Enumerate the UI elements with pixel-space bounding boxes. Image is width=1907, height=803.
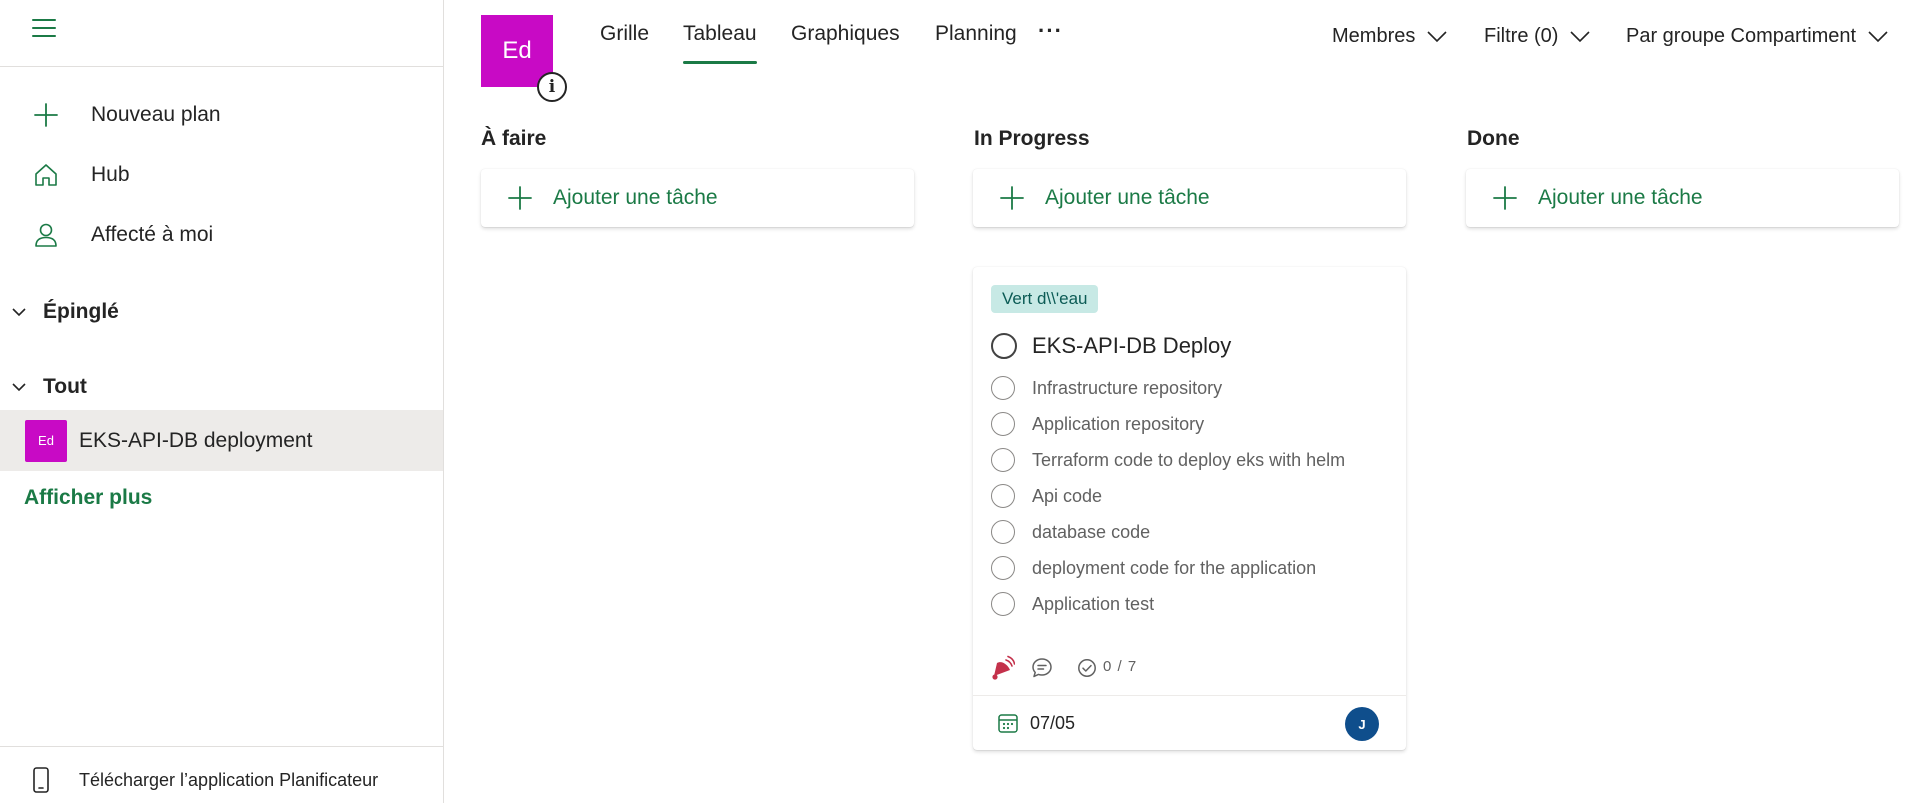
home-icon xyxy=(30,159,62,191)
plan-avatar: Ed xyxy=(25,419,67,462)
column-title-done: Done xyxy=(1467,127,1520,150)
add-task-button[interactable]: Ajouter une tâche xyxy=(481,169,914,227)
sidebar-item-hub[interactable]: Hub xyxy=(0,147,443,203)
info-icon[interactable]: i xyxy=(537,72,567,102)
task-complete-checkbox[interactable] xyxy=(991,333,1017,359)
section-label: Tout xyxy=(43,375,87,398)
checklist-text: Application test xyxy=(1032,593,1155,614)
checklist-text: deployment code for the application xyxy=(1032,557,1317,578)
plus-icon xyxy=(1493,186,1517,210)
checklist-checkbox[interactable] xyxy=(991,448,1015,472)
checklist-progress-icon xyxy=(1078,659,1096,677)
task-label-chip[interactable]: Vert d\\'eau xyxy=(991,285,1099,313)
group-by-dropdown[interactable]: Par groupe Compartiment xyxy=(1626,25,1888,48)
task-card-footer: 07/05 J xyxy=(973,696,1406,750)
checklist-text: database code xyxy=(1032,521,1151,542)
column-title-in-progress: In Progress xyxy=(974,127,1090,150)
sidebar-item-label: Affecté à moi xyxy=(91,223,214,246)
add-task-button[interactable]: Ajouter une tâche xyxy=(1466,169,1899,227)
hamburger-menu-icon[interactable] xyxy=(30,16,58,40)
column-title-todo: À faire xyxy=(481,127,547,150)
tab-charts[interactable]: Graphiques xyxy=(791,22,900,62)
group-by-label: Par groupe Compartiment xyxy=(1626,25,1857,47)
sidebar-plan-eks-api-db[interactable]: Ed EKS-API-DB deployment xyxy=(0,410,443,471)
planner-app: Nouveau plan Hub Affecté à moi Épinglé T… xyxy=(0,0,1907,803)
sidebar-item-label: Nouveau plan xyxy=(91,103,221,126)
tab-schedule[interactable]: Planning xyxy=(935,22,1017,62)
add-task-label: Ajouter une tâche xyxy=(1045,186,1210,209)
checklist-checkbox[interactable] xyxy=(991,520,1015,544)
task-title[interactable]: EKS-API-DB Deploy xyxy=(1032,333,1231,359)
download-app-link[interactable]: Télécharger l’application Planificateur xyxy=(0,760,443,800)
chevron-down-icon xyxy=(12,383,26,392)
sidebar-divider xyxy=(0,746,443,747)
calendar-icon xyxy=(998,714,1018,733)
checklist-checkbox[interactable] xyxy=(991,484,1015,508)
tab-grid[interactable]: Grille xyxy=(600,22,649,62)
comment-icon[interactable] xyxy=(1031,657,1053,679)
task-indicators: 0 / 7 xyxy=(991,655,1391,681)
plus-icon xyxy=(1000,186,1024,210)
download-label: Télécharger l’application Planificateur xyxy=(79,769,379,790)
task-card[interactable]: Vert d\\'eau EKS-API-DB Deploy Infrastru… xyxy=(973,267,1406,750)
person-icon xyxy=(30,219,62,251)
filter-dropdown[interactable]: Filtre (0) xyxy=(1484,25,1591,48)
assignee-avatar[interactable]: J xyxy=(1345,707,1379,741)
chevron-down-icon xyxy=(12,308,26,317)
members-filter-dropdown[interactable]: Membres xyxy=(1332,25,1447,48)
section-pinned-toggle[interactable]: Épinglé xyxy=(0,290,443,334)
filter-label: Filtre (0) xyxy=(1484,25,1559,47)
checklist-checkbox[interactable] xyxy=(991,412,1015,436)
checklist-count: 0 / 7 xyxy=(1103,658,1138,675)
add-task-label: Ajouter une tâche xyxy=(1538,186,1703,209)
due-date[interactable]: 07/05 xyxy=(1030,713,1075,734)
section-label: Épinglé xyxy=(43,300,119,323)
plan-name: EKS-API-DB deployment xyxy=(79,428,313,452)
checklist-text: Infrastructure repository xyxy=(1032,377,1223,398)
chevron-down-icon xyxy=(1868,30,1888,42)
add-task-label: Ajouter une tâche xyxy=(553,186,718,209)
add-task-button[interactable]: Ajouter une tâche xyxy=(973,169,1406,227)
sidebar-item-assigned-to-me[interactable]: Affecté à moi xyxy=(0,207,443,263)
checklist-text: Application repository xyxy=(1032,413,1205,434)
sidebar-divider xyxy=(0,66,443,67)
checklist-checkbox[interactable] xyxy=(991,376,1015,400)
tab-board[interactable]: Tableau xyxy=(683,22,757,64)
checklist-text: Api code xyxy=(1032,485,1103,506)
plus-icon xyxy=(508,186,532,210)
checklist-checkbox[interactable] xyxy=(991,556,1015,580)
checklist-checkbox[interactable] xyxy=(991,592,1015,616)
sidebar: Nouveau plan Hub Affecté à moi Épinglé T… xyxy=(0,0,444,803)
show-more-link[interactable]: Afficher plus xyxy=(24,486,152,510)
chevron-down-icon xyxy=(1570,30,1591,42)
sidebar-item-new-plan[interactable]: Nouveau plan xyxy=(0,87,443,143)
plus-icon xyxy=(30,99,62,131)
section-all-toggle[interactable]: Tout xyxy=(0,365,443,409)
checklist-text: Terraform code to deploy eks with helm xyxy=(1032,449,1346,470)
chevron-down-icon xyxy=(1427,30,1447,42)
phone-icon xyxy=(33,767,49,793)
sidebar-item-label: Hub xyxy=(91,163,130,186)
more-options-icon[interactable]: ··· xyxy=(1038,18,1063,44)
urgent-priority-icon xyxy=(992,655,1015,680)
members-filter-label: Membres xyxy=(1332,25,1416,47)
